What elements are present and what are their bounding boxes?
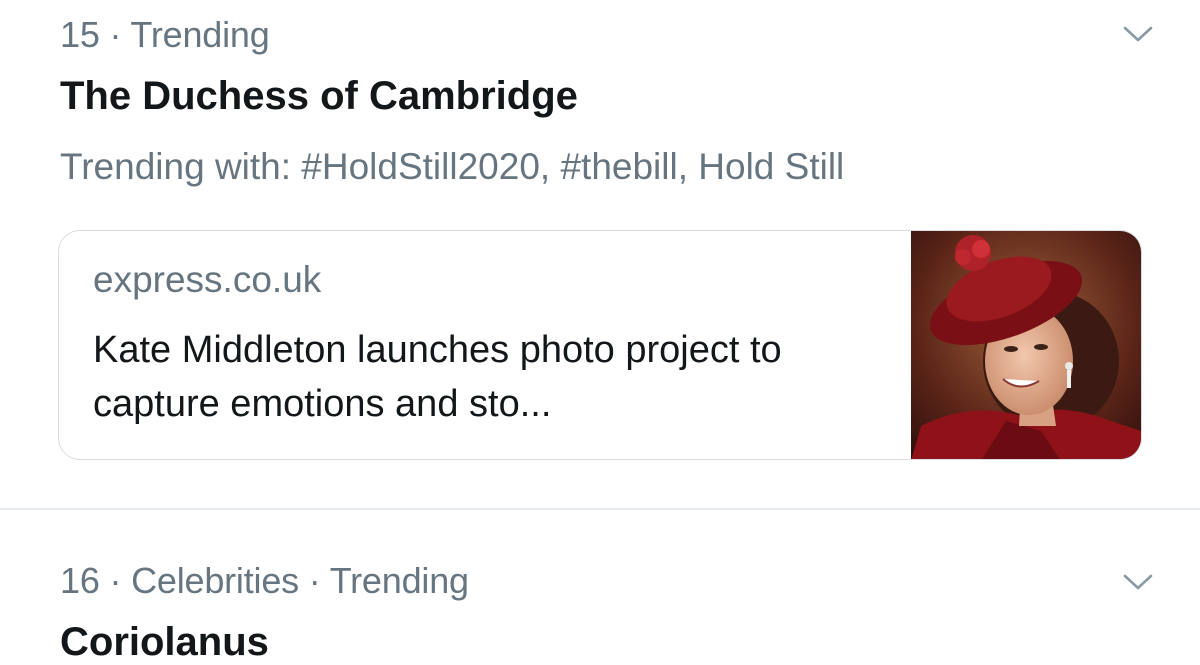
trend-context: Celebrities · Trending	[131, 560, 469, 601]
chevron-down-icon[interactable]	[1122, 24, 1154, 44]
trending-with-text: Trending with: #HoldStill2020, #thebill,…	[60, 146, 845, 187]
trend-context: Trending	[130, 14, 270, 55]
news-card[interactable]: express.co.uk Kate Middleton launches ph…	[58, 230, 1142, 460]
trend-item-15[interactable]: 15 · Trending The Duchess of Cambridge T…	[0, 0, 1200, 508]
trend-title[interactable]: The Duchess of Cambridge	[60, 74, 578, 119]
card-domain: express.co.uk	[93, 259, 322, 300]
section-divider	[0, 508, 1200, 510]
card-headline: Kate Middleton launches photo project to…	[93, 329, 782, 425]
meta-separator: ·	[109, 14, 122, 55]
trend-title[interactable]: Coriolanus	[60, 620, 269, 665]
chevron-down-icon[interactable]	[1122, 572, 1154, 592]
card-thumbnail-image	[911, 231, 1141, 459]
trend-meta: 15 · Trending	[60, 14, 270, 56]
trend-meta: 16 · Celebrities · Trending	[60, 560, 469, 602]
trend-rank: 16	[60, 560, 100, 601]
trend-rank: 15	[60, 14, 100, 55]
trend-item-16[interactable]: 16 · Celebrities · Trending Coriolanus	[0, 512, 1200, 664]
meta-separator: ·	[109, 560, 122, 601]
